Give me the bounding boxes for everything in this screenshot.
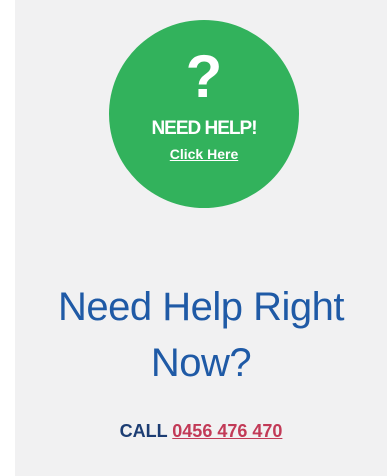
heading-line-1: Need Help Right <box>58 285 345 329</box>
question-mark-icon: ? <box>185 43 223 110</box>
click-here-link[interactable]: Click Here <box>109 145 299 163</box>
help-panel: ? NEED HELP! Click Here Need Help Right … <box>15 0 387 476</box>
call-label: CALL <box>119 421 168 441</box>
need-help-heading: Need Help Right Now? <box>15 279 387 391</box>
need-help-badge[interactable]: ? NEED HELP! Click Here <box>109 20 299 208</box>
need-help-title: NEED HELP! <box>151 118 257 139</box>
call-line: CALL 0456 476 470 <box>15 420 387 442</box>
phone-link[interactable]: 0456 476 470 <box>172 421 282 441</box>
heading-line-2: Now? <box>150 341 252 385</box>
